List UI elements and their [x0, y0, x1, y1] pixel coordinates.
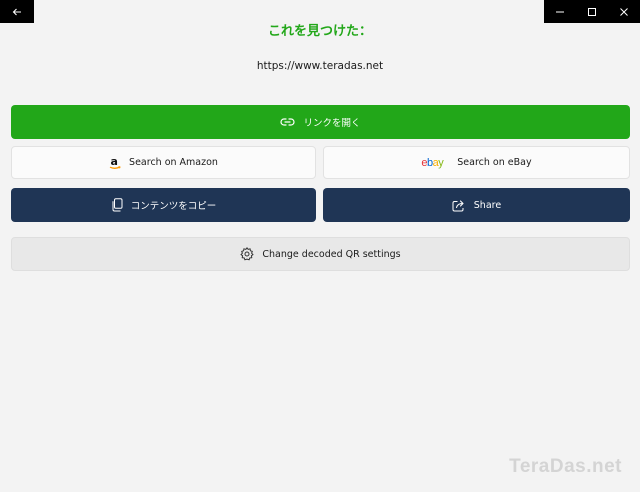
open-link-button[interactable]: リンクを開く: [11, 105, 630, 139]
amazon-icon: a: [109, 156, 121, 170]
close-icon: [620, 7, 628, 16]
gear-icon: [240, 247, 254, 261]
copy-icon: [111, 198, 123, 212]
decoded-content: https://www.teradas.net: [256, 60, 384, 72]
svg-text:a: a: [111, 156, 118, 168]
search-ebay-button[interactable]: ebay Search on eBay: [323, 146, 630, 179]
search-amazon-button[interactable]: a Search on Amazon: [11, 146, 316, 179]
search-ebay-label: Search on eBay: [457, 157, 532, 168]
arrow-left-icon: [12, 8, 21, 15]
share-icon: [452, 199, 466, 212]
change-settings-button[interactable]: Change decoded QR settings: [11, 237, 630, 271]
share-button[interactable]: Share: [323, 188, 630, 222]
open-link-label: リンクを開く: [303, 118, 361, 129]
watermark: TeraDas.net: [509, 456, 622, 477]
result-title: これを見つけた：: [267, 24, 372, 39]
search-amazon-label: Search on Amazon: [129, 157, 218, 168]
share-label: Share: [473, 199, 502, 211]
link-icon: [280, 117, 296, 127]
copy-content-label: コンテンツをコピー: [130, 201, 217, 212]
maximize-icon: [588, 7, 596, 16]
ebay-logo-icon: ebay: [421, 156, 444, 169]
change-settings-label: Change decoded QR settings: [262, 248, 401, 260]
copy-content-button[interactable]: コンテンツをコピー: [11, 188, 316, 222]
minimize-icon: [556, 11, 564, 12]
